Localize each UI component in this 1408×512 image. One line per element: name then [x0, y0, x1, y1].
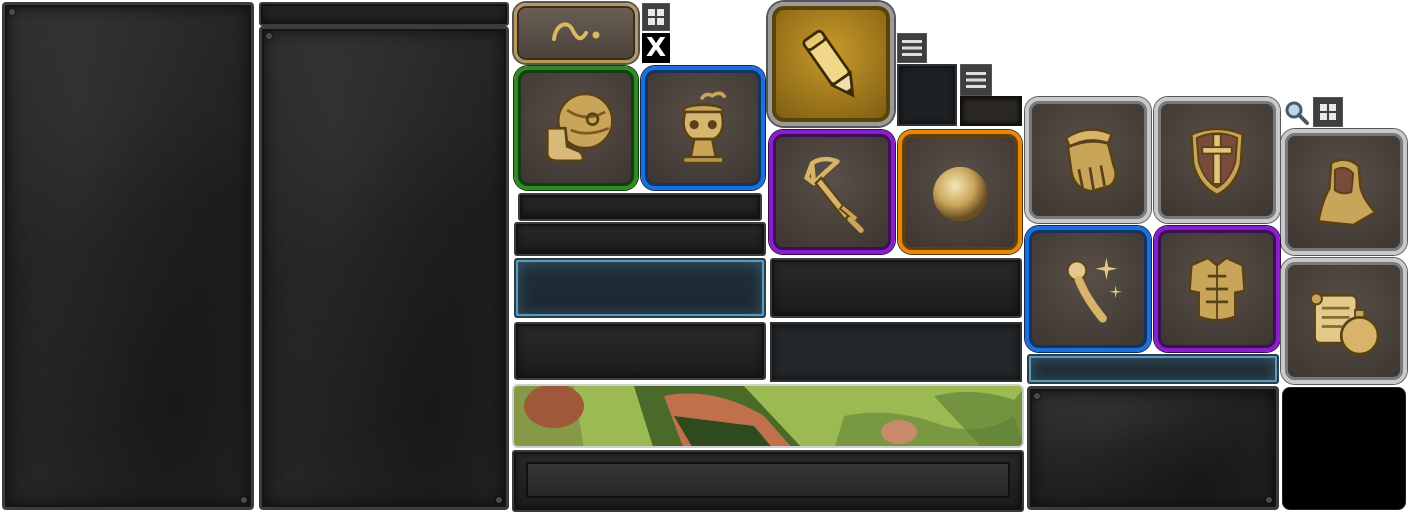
bar-slot-1 [518, 193, 762, 221]
scroll-potion-icon[interactable] [1281, 258, 1407, 384]
panel-header-bar [259, 2, 509, 26]
grid-icon[interactable] [642, 3, 670, 31]
shield-dagger-icon[interactable] [1154, 97, 1280, 223]
gauntlet-icon[interactable] [1025, 97, 1151, 223]
selected-bar[interactable] [514, 258, 766, 318]
stone-panel-large-left [2, 2, 254, 510]
magnifier-icon[interactable] [1281, 97, 1311, 127]
close-button[interactable]: X [642, 33, 670, 63]
magic-staff-icon[interactable] [1025, 226, 1151, 352]
bow-sword-icon[interactable] [769, 130, 895, 254]
bottom-bar [512, 450, 1024, 512]
bar-slot-3 [514, 322, 766, 380]
boots-shield-icon[interactable] [514, 66, 638, 190]
black-slot [1282, 387, 1406, 510]
squiggle-icon [552, 22, 600, 41]
menu-icon[interactable] [897, 33, 927, 63]
stone-panel-large-right [259, 26, 509, 510]
stone-panel-small [1027, 386, 1279, 510]
hood-cape-icon[interactable] [1281, 129, 1407, 255]
map-tab-button[interactable] [514, 3, 638, 63]
menu-icon-2[interactable] [960, 64, 992, 96]
artwork-banner [512, 384, 1024, 448]
bar-slot-4 [770, 258, 1022, 318]
pencil-icon [802, 29, 855, 98]
dark-slot [897, 64, 957, 126]
bar-slot-2 [514, 222, 766, 256]
plain-slot [770, 322, 1022, 382]
brown-slot [960, 96, 1022, 126]
edit-button[interactable] [768, 2, 894, 126]
orb-icon[interactable] [898, 130, 1022, 254]
bottom-bar-inner [526, 462, 1010, 498]
urn-icon[interactable] [641, 66, 765, 190]
thin-selected-bar [1027, 354, 1279, 384]
grass-scene-image [514, 386, 1022, 446]
grid-icon-2[interactable] [1313, 97, 1343, 127]
armor-chest-icon[interactable] [1154, 226, 1280, 352]
